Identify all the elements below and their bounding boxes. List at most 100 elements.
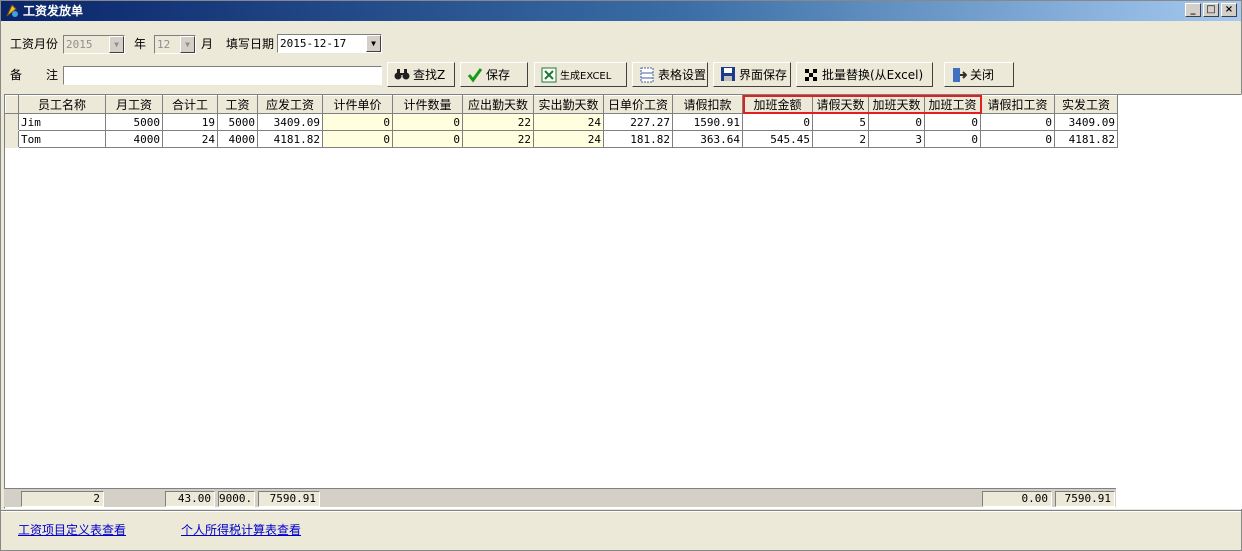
- checkered-flag-icon: [803, 67, 819, 83]
- salary-payment-window: 工资发放单 _ □ × 工资月份 2015 ▼ 年 12 ▼ 月 填写日期 20…: [0, 0, 1242, 551]
- table-cell[interactable]: 22: [462, 130, 534, 148]
- total-salary: 9000.: [218, 491, 255, 507]
- indicator-header: [5, 95, 19, 114]
- minimize-button[interactable]: _: [1185, 3, 1201, 17]
- table-cell[interactable]: 363.64: [672, 130, 743, 148]
- table-cell[interactable]: 0: [392, 113, 463, 131]
- table-icon: [639, 67, 655, 83]
- table-cell[interactable]: 0: [980, 130, 1055, 148]
- app-icon: [6, 4, 18, 17]
- table-cell[interactable]: 3: [868, 130, 925, 148]
- close-window-button[interactable]: ×: [1221, 3, 1237, 17]
- table-cell[interactable]: 24: [533, 113, 604, 131]
- column-header[interactable]: 月工资: [105, 95, 163, 114]
- column-header[interactable]: 加班工资: [924, 95, 981, 114]
- table-cell[interactable]: 3409.09: [257, 113, 323, 131]
- salary-grid[interactable]: 员工名称 月工资 合计工 工资 应发工资 计件单价 计件数量 应出勤天数 实出勤…: [4, 94, 1242, 509]
- excel-icon: [541, 67, 557, 83]
- floppy-disk-icon: [720, 66, 736, 83]
- table-cell[interactable]: 22: [462, 113, 534, 131]
- table-cell[interactable]: 4181.82: [257, 130, 323, 148]
- save-button[interactable]: 保存: [460, 62, 528, 87]
- table-cell[interactable]: 5000: [217, 113, 258, 131]
- total-count: 2: [21, 491, 104, 507]
- column-header[interactable]: 应发工资: [257, 95, 323, 114]
- column-header[interactable]: 加班金额: [742, 95, 813, 114]
- table-cell[interactable]: 1590.91: [672, 113, 743, 131]
- table-cell[interactable]: 0: [924, 113, 981, 131]
- chevron-down-icon[interactable]: ▼: [109, 36, 124, 53]
- table-cell[interactable]: 0: [392, 130, 463, 148]
- table-row[interactable]: Jim 5000 19 5000 3409.09 0 0 22 24 227.2…: [5, 113, 1118, 131]
- row-indicator[interactable]: [5, 113, 19, 131]
- fill-date-label: 填写日期: [226, 37, 275, 51]
- binoculars-icon: [394, 67, 410, 83]
- column-header[interactable]: 工资: [217, 95, 258, 114]
- window-title: 工资发放单: [23, 4, 84, 18]
- table-cell[interactable]: 4181.82: [1054, 130, 1118, 148]
- table-cell[interactable]: 0: [980, 113, 1055, 131]
- table-cell[interactable]: 2: [812, 130, 869, 148]
- income-tax-link[interactable]: 个人所得税计算表查看: [181, 521, 301, 538]
- year-label: 年: [134, 37, 147, 51]
- salary-items-link[interactable]: 工资项目定义表查看: [18, 521, 126, 538]
- batch-replace-button[interactable]: 批量替换(从Excel): [796, 62, 933, 87]
- remark-input[interactable]: [63, 66, 382, 85]
- column-header[interactable]: 实发工资: [1054, 95, 1118, 114]
- column-header[interactable]: 合计工: [162, 95, 218, 114]
- table-cell[interactable]: 227.27: [603, 113, 673, 131]
- column-header[interactable]: 请假天数: [812, 95, 869, 114]
- column-header[interactable]: 计件数量: [392, 95, 463, 114]
- generate-excel-button[interactable]: 生成EXCEL: [534, 62, 627, 87]
- total-leave-deduct: 0.00: [982, 491, 1052, 507]
- column-header[interactable]: 请假扣款: [672, 95, 743, 114]
- table-cell[interactable]: 0: [868, 113, 925, 131]
- table-header-row: 员工名称 月工资 合计工 工资 应发工资 计件单价 计件数量 应出勤天数 实出勤…: [5, 95, 1118, 114]
- maximize-button[interactable]: □: [1203, 3, 1219, 17]
- table-cell[interactable]: 0: [322, 130, 393, 148]
- table-cell[interactable]: 5000: [105, 113, 163, 131]
- column-header[interactable]: 实出勤天数: [533, 95, 604, 114]
- year-select[interactable]: 2015 ▼: [63, 35, 125, 54]
- chevron-down-icon[interactable]: ▼: [180, 36, 195, 53]
- remark-label: 备 注: [10, 68, 59, 82]
- column-header[interactable]: 请假扣工资: [980, 95, 1055, 114]
- table-cell[interactable]: 4000: [105, 130, 163, 148]
- totals-footer: 2 43.00 9000. 7590.91 0.00 7590.91: [4, 488, 1116, 507]
- column-header[interactable]: 应出勤天数: [462, 95, 534, 114]
- table-cell[interactable]: Tom: [18, 130, 106, 148]
- table-cell[interactable]: 3409.09: [1054, 113, 1118, 131]
- table-cell[interactable]: 24: [162, 130, 218, 148]
- close-button[interactable]: 关闭: [944, 62, 1014, 87]
- find-button[interactable]: 查找Z: [387, 62, 455, 87]
- chevron-down-icon[interactable]: ▼: [366, 35, 381, 52]
- fill-date-picker[interactable]: 2015-12-17 ▼: [277, 34, 382, 53]
- total-payable: 7590.91: [258, 491, 320, 507]
- fill-date-value: 2015-12-17: [280, 37, 347, 50]
- column-header[interactable]: 日单价工资: [603, 95, 673, 114]
- table-cell[interactable]: 181.82: [603, 130, 673, 148]
- table-cell[interactable]: 24: [533, 130, 604, 148]
- salary-table: 员工名称 月工资 合计工 工资 应发工资 计件单价 计件数量 应出勤天数 实出勤…: [5, 95, 1118, 148]
- total-work: 43.00: [165, 491, 215, 507]
- table-cell[interactable]: 0: [322, 113, 393, 131]
- row-indicator[interactable]: [5, 130, 19, 148]
- month-select[interactable]: 12 ▼: [154, 35, 196, 54]
- column-header[interactable]: 员工名称: [18, 95, 106, 114]
- year-value: 2015: [66, 38, 93, 51]
- table-cell[interactable]: 4000: [217, 130, 258, 148]
- table-cell[interactable]: 5: [812, 113, 869, 131]
- ui-save-button[interactable]: 界面保存: [713, 62, 791, 87]
- table-settings-button[interactable]: 表格设置: [632, 62, 708, 87]
- exit-door-icon: [951, 67, 968, 83]
- column-header[interactable]: 计件单价: [322, 95, 393, 114]
- table-cell[interactable]: 0: [924, 130, 981, 148]
- table-cell[interactable]: 19: [162, 113, 218, 131]
- column-header[interactable]: 加班天数: [868, 95, 925, 114]
- salary-month-label: 工资月份: [10, 37, 59, 51]
- table-cell[interactable]: 545.45: [742, 130, 813, 148]
- title-bar: 工资发放单 _ □ ×: [1, 1, 1241, 21]
- table-row[interactable]: Tom 4000 24 4000 4181.82 0 0 22 24 181.8…: [5, 130, 1118, 148]
- table-cell[interactable]: 0: [742, 113, 813, 131]
- table-cell[interactable]: Jim: [18, 113, 106, 131]
